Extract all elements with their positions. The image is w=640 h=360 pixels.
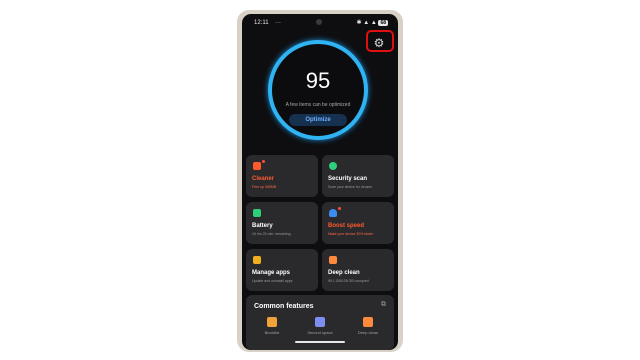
security-score: 95 — [305, 68, 331, 93]
feature-label: Deep clean — [357, 330, 379, 335]
cleaner-card[interactable]: Cleaner Free up 965MB — [246, 155, 318, 197]
card-subtitle: Free up 965MB — [252, 185, 277, 189]
edit-features-icon[interactable]: ⧉ — [381, 301, 386, 309]
feature-label: Second space — [307, 330, 333, 335]
shield-check-icon — [329, 162, 337, 170]
rocket-icon — [329, 209, 337, 217]
card-title: Deep clean — [328, 270, 360, 276]
optimize-button[interactable]: Optimize — [289, 114, 347, 126]
deep-clean-feature-icon — [363, 317, 373, 327]
status-time: 12:11 — [254, 20, 269, 26]
card-subtitle: Scan your device for viruses — [328, 185, 372, 189]
card-title: Battery — [252, 223, 273, 229]
blocklist-icon — [267, 317, 277, 327]
status-more-icon: ··· — [275, 20, 281, 26]
card-subtitle: 95.1 GB/128 GB occupied — [328, 279, 369, 283]
card-title: Boost speed — [328, 223, 365, 229]
alert-dot — [262, 160, 265, 163]
deep-clean-icon — [329, 256, 337, 264]
security-scan-card[interactable]: Security scan Scan your device for virus… — [322, 155, 394, 197]
phone-screen: 12:11 ··· ✱ ▲ ▲ 68 ⚙ 95 A few items can … — [242, 14, 398, 350]
common-features-title: Common features — [254, 303, 314, 310]
trash-icon — [253, 162, 261, 170]
front-camera — [316, 19, 322, 25]
card-subtitle: 16 hrs 29 min. remaining — [252, 232, 291, 236]
card-subtitle: Make your device 30% faster — [328, 232, 374, 236]
status-icons: ✱ ▲ ▲ 68 — [357, 19, 388, 26]
battery-icon: 68 — [378, 20, 388, 26]
feature-blocklist[interactable]: Blocklist — [251, 317, 293, 335]
card-title: Manage apps — [252, 270, 291, 276]
card-title: Security scan — [328, 176, 368, 182]
alert-dot — [338, 207, 341, 210]
battery-card[interactable]: Battery 16 hrs 29 min. remaining — [246, 202, 318, 244]
boost-speed-card[interactable]: Boost speed Make your device 30% faster — [322, 202, 394, 244]
card-subtitle: Update and uninstall apps — [252, 279, 293, 283]
feature-label: Blocklist — [264, 330, 280, 335]
home-indicator[interactable] — [295, 341, 345, 343]
score-caption: A few items can be optimized — [285, 102, 351, 108]
feature-deep-clean[interactable]: Deep clean — [347, 317, 389, 335]
second-space-icon — [315, 317, 325, 327]
score-ring: 95 A few items can be optimized Optimize — [268, 40, 368, 140]
battery-card-icon — [253, 209, 261, 217]
settings-highlight-box — [366, 30, 394, 52]
signal-icon: ✱ ▲ ▲ — [356, 20, 377, 26]
apps-icon — [253, 256, 261, 264]
deep-clean-card[interactable]: Deep clean 95.1 GB/128 GB occupied — [322, 249, 394, 291]
card-title: Cleaner — [252, 176, 275, 182]
manage-apps-card[interactable]: Manage apps Update and uninstall apps — [246, 249, 318, 291]
feature-second-space[interactable]: Second space — [299, 317, 341, 335]
